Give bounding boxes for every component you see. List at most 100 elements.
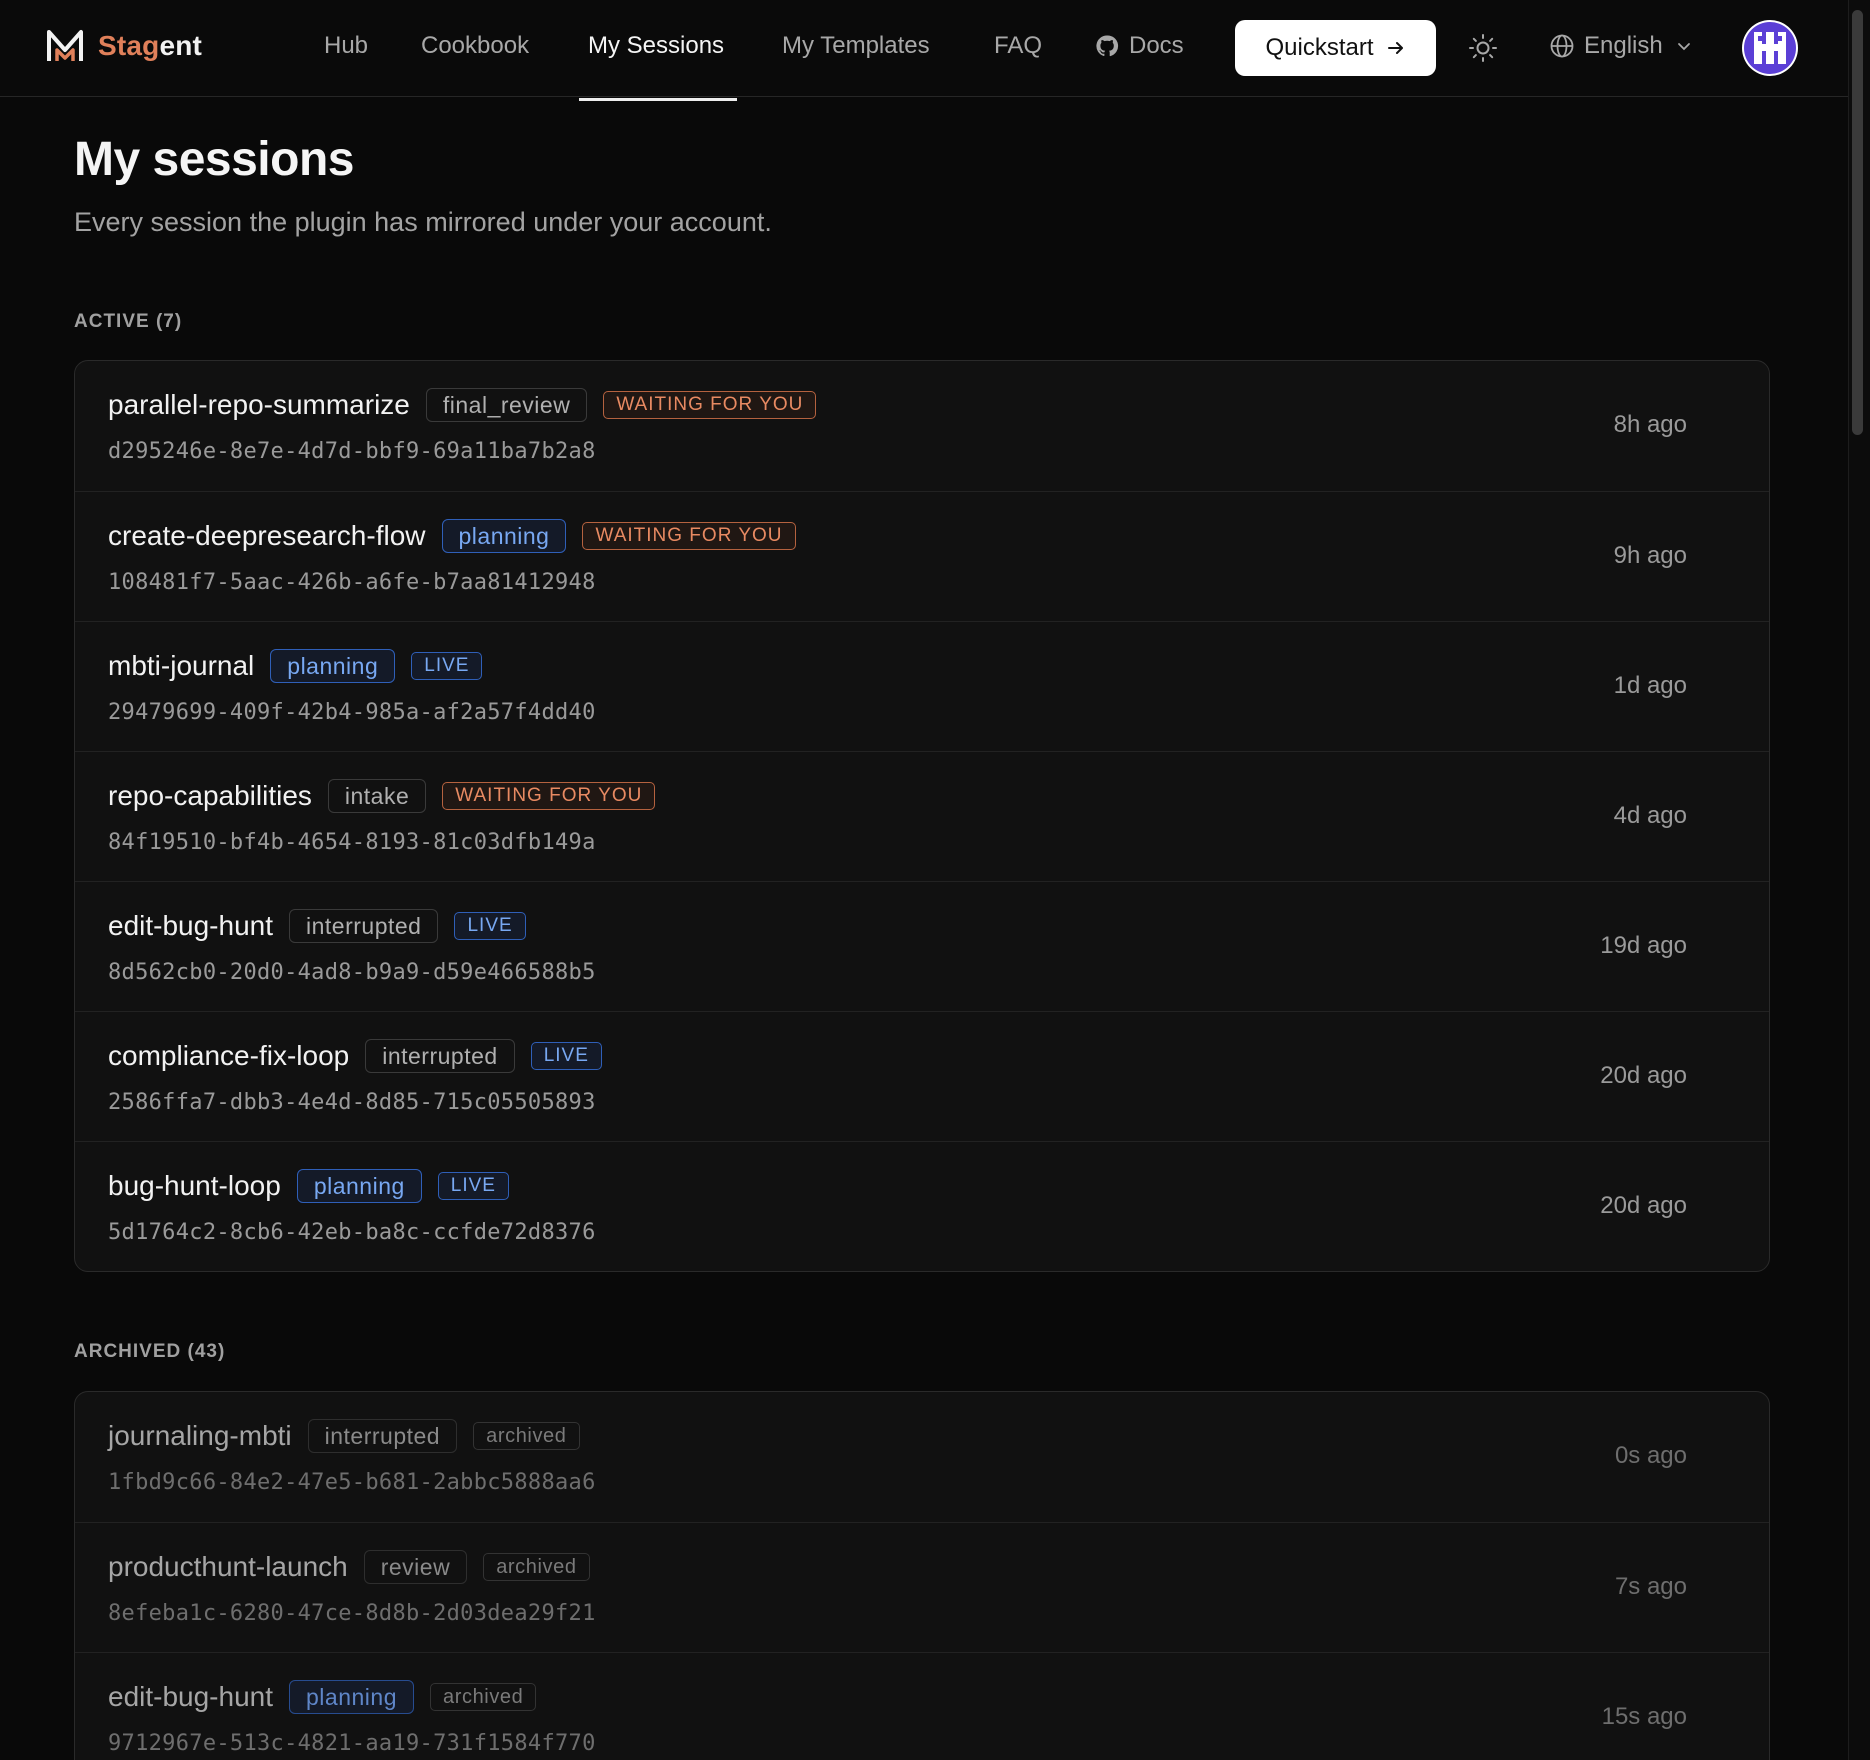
- archived-sessions-list: journaling-mbti interrupted archived 1fbd9c…: [74, 1391, 1770, 1760]
- session-name[interactable]: edit-bug-hunt: [108, 910, 273, 942]
- session-header: create-deepresearch-flow planning WAITING …: [108, 519, 796, 553]
- language-selector[interactable]: English: [1549, 32, 1692, 60]
- scrollbar-thumb[interactable]: [1852, 10, 1863, 435]
- session-id: 5d1764c2-8cb6-42eb-ba8c-ccfde72d8376: [108, 1220, 596, 1245]
- page-subtitle: Every session the plugin has mirrored un…: [74, 207, 772, 237]
- stage-badge: intake: [327, 779, 427, 813]
- session-id: 9712967e-513c-4821-aa19-731f1584f770: [108, 1731, 596, 1756]
- nav-faq[interactable]: FAQ: [994, 32, 1042, 60]
- globe-icon: [1550, 34, 1574, 58]
- session-timestamp: 8h ago: [1613, 411, 1687, 438]
- stage-badge: planning: [270, 649, 396, 683]
- session-id: 29479699-409f-42b4-985a-af2a57f4dd40: [108, 700, 596, 725]
- session-timestamp: 1d ago: [1613, 672, 1687, 699]
- session-timestamp: 20d ago: [1600, 1062, 1687, 1089]
- user-avatar[interactable]: [1742, 20, 1798, 76]
- status-badge: LIVE: [437, 1172, 509, 1200]
- nav-cookbook[interactable]: Cookbook: [421, 32, 529, 60]
- stage-badge: planning: [296, 1169, 422, 1203]
- theme-toggle-button[interactable]: [1466, 31, 1500, 65]
- session-id: 108481f7-5aac-426b-a6fe-b7aa81412948: [108, 570, 596, 595]
- language-label: English: [1584, 32, 1663, 59]
- stage-badge: interrupted: [365, 1039, 515, 1073]
- page-title: My sessions: [74, 133, 354, 186]
- session-row[interactable]: bug-hunt-loop planning LIVE 5d1764c2-8cb6-4…: [75, 1141, 1769, 1271]
- status-badge: LIVE: [454, 912, 526, 940]
- session-id: 84f19510-bf4b-4654-8193-81c03dfb149a: [108, 830, 596, 855]
- stagent-logo-icon: [47, 30, 83, 61]
- active-section-label: ACTIVE (7): [74, 311, 183, 332]
- sun-icon: [1469, 34, 1497, 62]
- session-name[interactable]: create-deepresearch-flow: [108, 520, 426, 552]
- chevron-down-icon: [1677, 43, 1690, 51]
- nav-my-templates[interactable]: My Templates: [782, 32, 930, 60]
- stage-badge: review: [363, 1550, 468, 1584]
- session-timestamp: 7s ago: [1614, 1573, 1687, 1600]
- nav-my-sessions[interactable]: My Sessions: [588, 32, 724, 60]
- session-row[interactable]: create-deepresearch-flow planning WAITING …: [75, 491, 1769, 621]
- session-header: bug-hunt-loop planning LIVE: [108, 1169, 509, 1203]
- session-timestamp: 4d ago: [1613, 802, 1687, 829]
- session-header: edit-bug-hunt interrupted LIVE: [108, 909, 526, 943]
- quickstart-button[interactable]: Quickstart: [1235, 20, 1436, 76]
- brand-name-accent: Stag: [98, 30, 160, 61]
- session-row[interactable]: mbti-journal planning LIVE 29479699-409f-42…: [75, 621, 1769, 751]
- stage-badge: interrupted: [289, 909, 439, 943]
- session-timestamp: 19d ago: [1600, 932, 1687, 959]
- session-row[interactable]: parallel-repo-summarize final_review WAITI…: [75, 361, 1769, 491]
- github-icon: [1096, 35, 1119, 57]
- active-tab-indicator: [579, 98, 737, 101]
- session-row[interactable]: journaling-mbti interrupted archived 1fbd9c…: [75, 1392, 1769, 1522]
- archived-section-label: ARCHIVED (43): [74, 1341, 226, 1362]
- session-id: 2586ffa7-dbb3-4e4d-8d85-715c05505893: [108, 1090, 596, 1115]
- top-nav: Stagent Hub Cookbook My Sessions My Temp…: [0, 0, 1848, 101]
- stage-badge: final_review: [425, 388, 588, 422]
- stage-badge: planning: [441, 519, 567, 553]
- status-badge: archived: [429, 1683, 537, 1711]
- session-header: compliance-fix-loop interrupted LIVE: [108, 1039, 602, 1073]
- brand-logo[interactable]: Stagent: [46, 28, 202, 64]
- brand-name-rest: ent: [159, 30, 203, 61]
- session-header: journaling-mbti interrupted archived: [108, 1419, 580, 1453]
- session-name[interactable]: journaling-mbti: [108, 1420, 292, 1452]
- status-badge: WAITING FOR YOU: [442, 782, 656, 810]
- session-name[interactable]: compliance-fix-loop: [108, 1040, 349, 1072]
- session-header: producthunt-launch review archived: [108, 1550, 590, 1584]
- active-sessions-list: parallel-repo-summarize final_review WAITI…: [74, 360, 1770, 1272]
- session-timestamp: 20d ago: [1600, 1192, 1687, 1219]
- session-name[interactable]: producthunt-launch: [108, 1551, 348, 1583]
- session-timestamp: 15s ago: [1601, 1703, 1687, 1730]
- docs-label: Docs: [1129, 32, 1184, 59]
- stage-badge: interrupted: [307, 1419, 458, 1453]
- session-name[interactable]: bug-hunt-loop: [108, 1170, 281, 1202]
- session-id: 8efeba1c-6280-47ce-8d8b-2d03dea29f21: [108, 1601, 596, 1626]
- session-row[interactable]: producthunt-launch review archived 8efeba1c…: [75, 1522, 1769, 1652]
- status-badge: archived: [473, 1422, 580, 1450]
- nav-docs[interactable]: Docs: [1095, 32, 1184, 60]
- session-header: repo-capabilities intake WAITING FOR YOU: [108, 779, 656, 813]
- session-header: edit-bug-hunt planning archived: [108, 1680, 537, 1714]
- status-badge: LIVE: [530, 1042, 602, 1070]
- session-name[interactable]: parallel-repo-summarize: [108, 389, 410, 421]
- session-id: d295246e-8e7e-4d7d-bbf9-69a11ba7b2a8: [108, 439, 596, 464]
- arrow-right-icon: [1387, 42, 1403, 54]
- session-row[interactable]: edit-bug-hunt interrupted LIVE 8d562cb0-20d…: [75, 881, 1769, 1011]
- status-badge: WAITING FOR YOU: [603, 391, 817, 419]
- session-header: mbti-journal planning LIVE: [108, 649, 483, 683]
- identicon-avatar-icon: [1744, 22, 1796, 74]
- session-timestamp: 0s ago: [1614, 1442, 1687, 1469]
- session-header: parallel-repo-summarize final_review WAITI…: [108, 388, 817, 422]
- stage-badge: planning: [289, 1680, 414, 1714]
- nav-hub[interactable]: Hub: [324, 32, 368, 60]
- session-name[interactable]: mbti-journal: [108, 650, 254, 682]
- session-row[interactable]: repo-capabilities intake WAITING FOR YOU 84…: [75, 751, 1769, 881]
- session-name[interactable]: repo-capabilities: [108, 780, 312, 812]
- session-row[interactable]: compliance-fix-loop interrupted LIVE 2586ff…: [75, 1011, 1769, 1141]
- status-badge: LIVE: [411, 652, 483, 680]
- session-name[interactable]: edit-bug-hunt: [108, 1681, 273, 1713]
- brand-name: Stagent: [98, 30, 202, 62]
- status-badge: WAITING FOR YOU: [582, 522, 796, 550]
- session-row[interactable]: edit-bug-hunt planning archived 9712967e-51…: [75, 1652, 1769, 1760]
- quickstart-label: Quickstart: [1265, 34, 1374, 61]
- status-badge: archived: [483, 1553, 590, 1581]
